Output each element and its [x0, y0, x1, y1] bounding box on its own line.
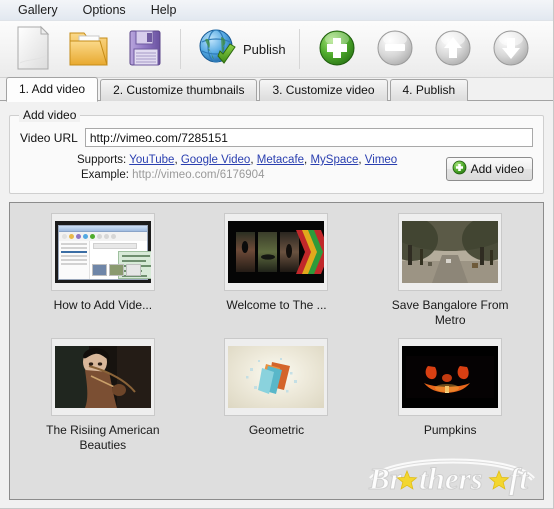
example-label: Example: [81, 169, 129, 181]
supports-link-metacafe[interactable]: Metacafe [257, 154, 304, 166]
thumbnail-geometric[interactable]: Geometric [190, 338, 364, 453]
svg-text:thers: thers [419, 461, 483, 496]
thumbnail-caption: How to Add Vide... [53, 298, 153, 312]
add-video-button[interactable]: Add video [445, 157, 533, 181]
thumbnail-save-bangalore-from-metro[interactable]: Save Bangalore From Metro [363, 213, 537, 328]
video-thumbnail-list[interactable]: How to Add Vide... Welcome to The ... Sa… [9, 202, 544, 500]
thumbnail-pumpkins[interactable]: Pumpkins [363, 338, 537, 453]
menu-help[interactable]: Help [142, 2, 186, 19]
application-window: Gallery Options Help Publish 1. Add vide… [0, 0, 554, 509]
thumbnail-image-pumpkin [402, 346, 499, 408]
menu-bar: Gallery Options Help [0, 0, 553, 21]
gray-up-arrow-icon [431, 26, 475, 73]
thumbnail-caption: Save Bangalore From Metro [391, 298, 509, 327]
thumbnail-image-tree-avenue [402, 221, 499, 283]
globe-check-icon [196, 26, 238, 73]
move-down-button[interactable] [482, 23, 540, 75]
supports-link-vimeo[interactable]: Vimeo [365, 154, 397, 166]
video-url-input[interactable] [84, 128, 533, 147]
add-button[interactable] [308, 23, 366, 75]
video-url-info: Supports: YouTube, Google Video, Metacaf… [20, 153, 446, 183]
example-value: http://vimeo.com/6176904 [132, 169, 265, 181]
thumbnail-image-software-screenshot [54, 221, 151, 283]
thumbnail-frame [50, 338, 155, 416]
save-button[interactable] [118, 23, 174, 75]
supports-link-google-video[interactable]: Google Video [181, 154, 250, 166]
floppy-disk-save-icon [125, 25, 167, 74]
supports-link-youtube[interactable]: YouTube [129, 154, 174, 166]
remove-button[interactable] [366, 23, 424, 75]
new-button[interactable] [6, 23, 60, 75]
move-up-button[interactable] [424, 23, 482, 75]
thumbnail-frame [398, 213, 503, 291]
thumbnail-caption: The Risiing American Beauties [46, 423, 160, 452]
thumbnail-image-sports-strip [228, 221, 325, 283]
open-button[interactable] [60, 23, 118, 75]
thumbnail-how-to-add-video[interactable]: How to Add Vide... [16, 213, 190, 328]
supports-comma-3: , [304, 154, 308, 166]
thumbnail-caption: Welcome to The ... [226, 298, 327, 312]
supports-line: Supports: YouTube, Google Video, Metacaf… [77, 153, 446, 168]
add-video-group: Add video Video URL Supports: YouTube, G… [9, 108, 544, 194]
supports-comma-4: , [358, 154, 362, 166]
gray-minus-icon [373, 26, 417, 73]
thumbnail-caption: Pumpkins [423, 423, 477, 437]
tab-add-video[interactable]: 1. Add video [6, 77, 99, 102]
thumbnail-frame [224, 213, 329, 291]
menu-options[interactable]: Options [74, 2, 135, 19]
video-url-label: Video URL [20, 130, 78, 145]
svg-text:ft: ft [509, 461, 529, 496]
thumbnail-caption: Geometric [248, 423, 305, 437]
tab-customize-video[interactable]: 3. Customize video [259, 79, 388, 101]
thumbnail-image-archer [54, 346, 151, 408]
thumbnail-frame [224, 338, 329, 416]
supports-link-myspace[interactable]: MySpace [310, 154, 358, 166]
thumbnail-the-risiing-american-beauties[interactable]: The Risiing American Beauties [16, 338, 190, 453]
new-document-icon [13, 25, 53, 74]
thumbnail-frame [398, 338, 503, 416]
publish-button[interactable]: Publish [189, 23, 293, 75]
toolbar: Publish [0, 21, 553, 78]
tab-bar: 1. Add video 2. Customize thumbnails 3. … [0, 77, 553, 102]
thumbnail-frame [50, 213, 155, 291]
example-line: Example: http://vimeo.com/6176904 [77, 168, 446, 183]
supports-comma-2: , [250, 154, 254, 166]
thumbnail-image-geometric [228, 346, 325, 408]
video-url-info-row: Supports: YouTube, Google Video, Metacaf… [20, 153, 533, 183]
thumbnail-grid: How to Add Vide... Welcome to The ... Sa… [16, 213, 537, 453]
supports-label: Supports: [77, 154, 127, 166]
thumbnail-welcome-to-the[interactable]: Welcome to The ... [190, 213, 364, 328]
supports-comma-1: , [174, 154, 178, 166]
brothersoft-watermark: Br thers ft [363, 449, 539, 497]
video-url-row: Video URL [20, 128, 533, 147]
green-plus-small-icon [452, 160, 467, 178]
toolbar-separator-1 [180, 29, 181, 69]
add-video-group-title: Add video [19, 108, 81, 122]
gray-down-arrow-icon [489, 26, 533, 73]
svg-text:Br: Br [368, 461, 403, 496]
add-video-button-label: Add video [470, 162, 524, 176]
tab-publish[interactable]: 4. Publish [389, 79, 469, 101]
green-plus-icon [315, 26, 359, 73]
publish-label: Publish [243, 41, 286, 57]
menu-gallery[interactable]: Gallery [9, 2, 67, 19]
open-folder-icon [67, 25, 111, 74]
tab-customize-thumbnails[interactable]: 2. Customize thumbnails [100, 79, 258, 101]
tab-content-add-video: Add video Video URL Supports: YouTube, G… [0, 101, 553, 508]
toolbar-separator-2 [298, 29, 300, 69]
